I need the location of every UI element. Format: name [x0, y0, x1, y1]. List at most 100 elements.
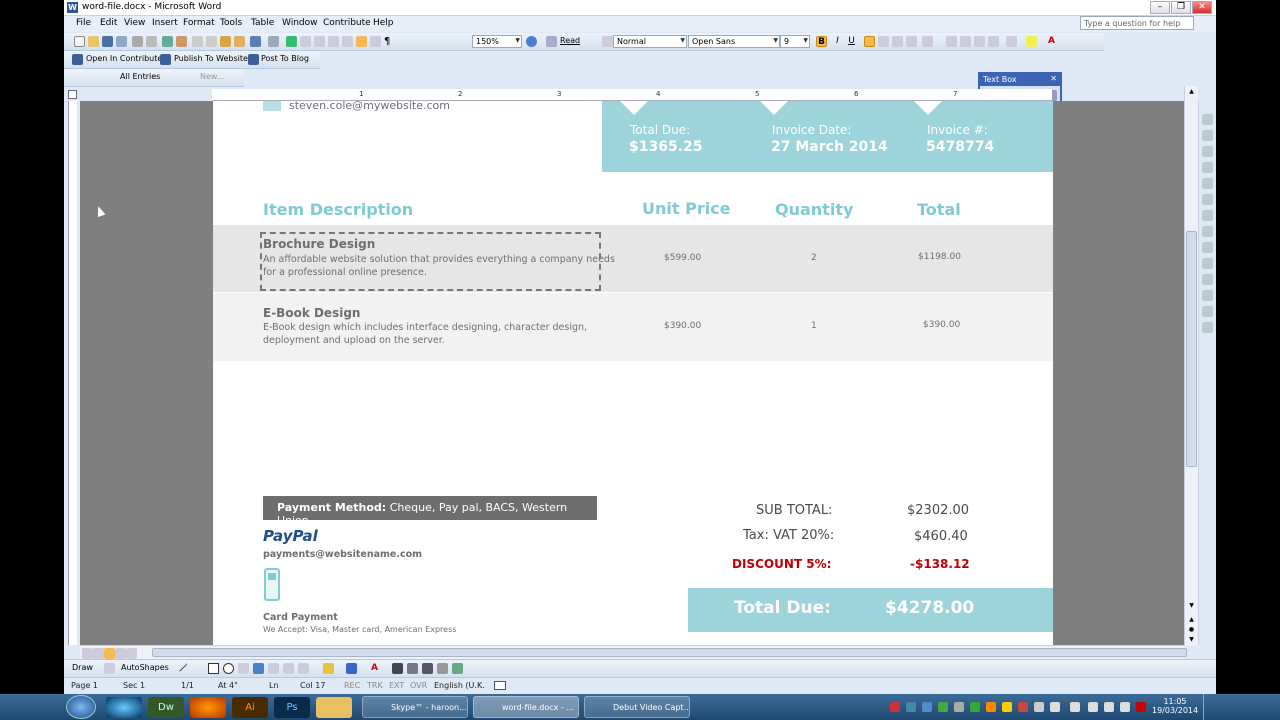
browser-globe-icon[interactable] [106, 697, 142, 718]
arrow-style-icon[interactable] [422, 663, 433, 674]
underline-icon[interactable]: U [846, 36, 857, 47]
status-language[interactable]: English (U.K. [434, 681, 485, 690]
tray-icon[interactable] [970, 702, 980, 712]
fill-color-icon[interactable] [323, 663, 334, 674]
minimize-button[interactable]: – [1150, 1, 1170, 14]
illustrator-icon[interactable]: Ai [232, 697, 268, 718]
scroll-up-icon[interactable]: ▲ [1186, 88, 1197, 98]
new-entry-button[interactable]: New... [200, 72, 224, 81]
tool-icon[interactable] [1202, 194, 1213, 205]
word-app-icon[interactable]: W [67, 2, 78, 13]
line-spacing-icon[interactable] [922, 36, 933, 47]
tray-icon[interactable] [1034, 702, 1044, 712]
show-hide-icon[interactable]: ¶ [384, 36, 395, 47]
tool-icon[interactable] [1202, 258, 1213, 269]
tool-icon[interactable] [1202, 274, 1213, 285]
taskbar-window-word[interactable]: word-file.docx - ... [473, 696, 579, 718]
tool-icon[interactable] [1202, 226, 1213, 237]
tray-icon[interactable] [1050, 702, 1060, 712]
justify-icon[interactable] [906, 36, 917, 47]
menu-table[interactable]: Table [251, 18, 274, 28]
menu-contribute[interactable]: Contribute [323, 18, 371, 28]
tool-icon[interactable] [1202, 290, 1213, 301]
normal-view-icon[interactable] [82, 648, 93, 659]
help-icon[interactable] [526, 36, 537, 47]
highlight-icon[interactable] [1026, 36, 1037, 47]
bullets-icon[interactable] [960, 36, 971, 47]
restore-button[interactable]: ❐ [1171, 1, 1191, 14]
tool-icon[interactable] [1202, 322, 1213, 333]
menu-help[interactable]: Help [373, 18, 394, 28]
outline-view-icon[interactable] [115, 648, 126, 659]
font-size-select[interactable]: 9 ▼ [780, 35, 810, 48]
previous-page-icon[interactable]: ▲ [1186, 616, 1197, 626]
open-in-contribute-button[interactable]: Open In Contribute [86, 54, 162, 63]
menu-file[interactable]: File [76, 18, 91, 28]
research-icon[interactable] [176, 36, 187, 47]
columns-icon[interactable] [342, 36, 353, 47]
font-color-icon[interactable]: A [369, 663, 380, 674]
document-map-icon[interactable] [370, 36, 381, 47]
hyperlink-icon[interactable] [286, 36, 297, 47]
menu-tools[interactable]: Tools [220, 18, 242, 28]
shadow-style-icon[interactable] [437, 663, 448, 674]
horizontal-scroll-thumb[interactable] [152, 648, 1187, 657]
line-icon[interactable] [175, 659, 188, 673]
photoshop-icon[interactable]: Ps [274, 697, 310, 718]
cut-icon[interactable] [192, 36, 203, 47]
explorer-folder-icon[interactable] [316, 697, 352, 718]
tray-icon[interactable] [1002, 702, 1012, 712]
draw-menu-button[interactable]: Draw [72, 663, 93, 672]
status-rec[interactable]: REC [344, 681, 360, 690]
zoom-select[interactable]: 150% ▼ [472, 35, 522, 48]
paste-icon[interactable] [220, 36, 231, 47]
select-browse-object-icon[interactable]: ● [1186, 626, 1197, 636]
font-select[interactable]: Open Sans ▼ [688, 35, 780, 48]
line-style-icon[interactable] [392, 663, 403, 674]
oval-icon[interactable] [223, 663, 234, 674]
print-icon[interactable] [132, 36, 143, 47]
3d-style-icon[interactable] [452, 663, 463, 674]
print-preview-icon[interactable] [146, 36, 157, 47]
read-button[interactable]: Read [560, 36, 580, 45]
action-center-icon[interactable] [1104, 702, 1114, 712]
tool-icon[interactable] [1202, 162, 1213, 173]
redo-icon[interactable] [268, 36, 279, 47]
horizontal-scrollbar[interactable] [80, 645, 1187, 659]
menu-edit[interactable]: Edit [100, 18, 117, 28]
save-icon[interactable] [102, 36, 113, 47]
document-page[interactable]: steven.cole@mywebsite.com Total Due: $13… [213, 101, 1053, 645]
taskbar-window-skype[interactable]: Skype™ - haroon... [362, 696, 468, 718]
new-icon[interactable] [74, 36, 85, 47]
autoshapes-menu-button[interactable]: AutoShapes [121, 663, 169, 672]
bold-icon[interactable]: B [816, 36, 827, 47]
clip-art-icon[interactable] [283, 663, 294, 674]
insert-excel-icon[interactable] [328, 36, 339, 47]
tray-icon[interactable] [954, 702, 964, 712]
start-button[interactable] [66, 695, 96, 719]
tray-icon[interactable] [906, 702, 916, 712]
horizontal-ruler[interactable]: 1 2 3 4 5 6 7 [212, 89, 1052, 101]
post-to-blog-button[interactable]: Post To Blog [261, 54, 309, 63]
ask-question-input[interactable]: Type a question for help [1080, 16, 1194, 30]
line-color-icon[interactable] [346, 663, 357, 674]
spelling-status-icon[interactable] [494, 681, 506, 690]
tray-icon[interactable] [986, 702, 996, 712]
select-objects-icon[interactable] [104, 663, 115, 674]
text-box-icon[interactable] [238, 663, 249, 674]
tray-icon[interactable] [922, 702, 932, 712]
document-area[interactable]: steven.cole@mywebsite.com Total Due: $13… [80, 101, 1184, 645]
decrease-indent-icon[interactable] [974, 36, 985, 47]
taskbar-window-debut[interactable]: Debut Video Capt... [584, 696, 690, 718]
publish-button[interactable]: Publish To Website [174, 54, 248, 63]
close-button[interactable]: ✕ [1192, 1, 1212, 14]
open-icon[interactable] [88, 36, 99, 47]
status-ovr[interactable]: OVR [410, 681, 427, 690]
status-trk[interactable]: TRK [367, 681, 383, 690]
borders-icon[interactable] [1006, 36, 1017, 47]
tool-icon[interactable] [1202, 130, 1213, 141]
tray-icon[interactable] [1018, 702, 1028, 712]
arrow-icon[interactable] [190, 663, 201, 674]
all-entries-dropdown[interactable]: All Entries [120, 72, 160, 81]
style-select[interactable]: Normal ▼ [613, 35, 687, 48]
